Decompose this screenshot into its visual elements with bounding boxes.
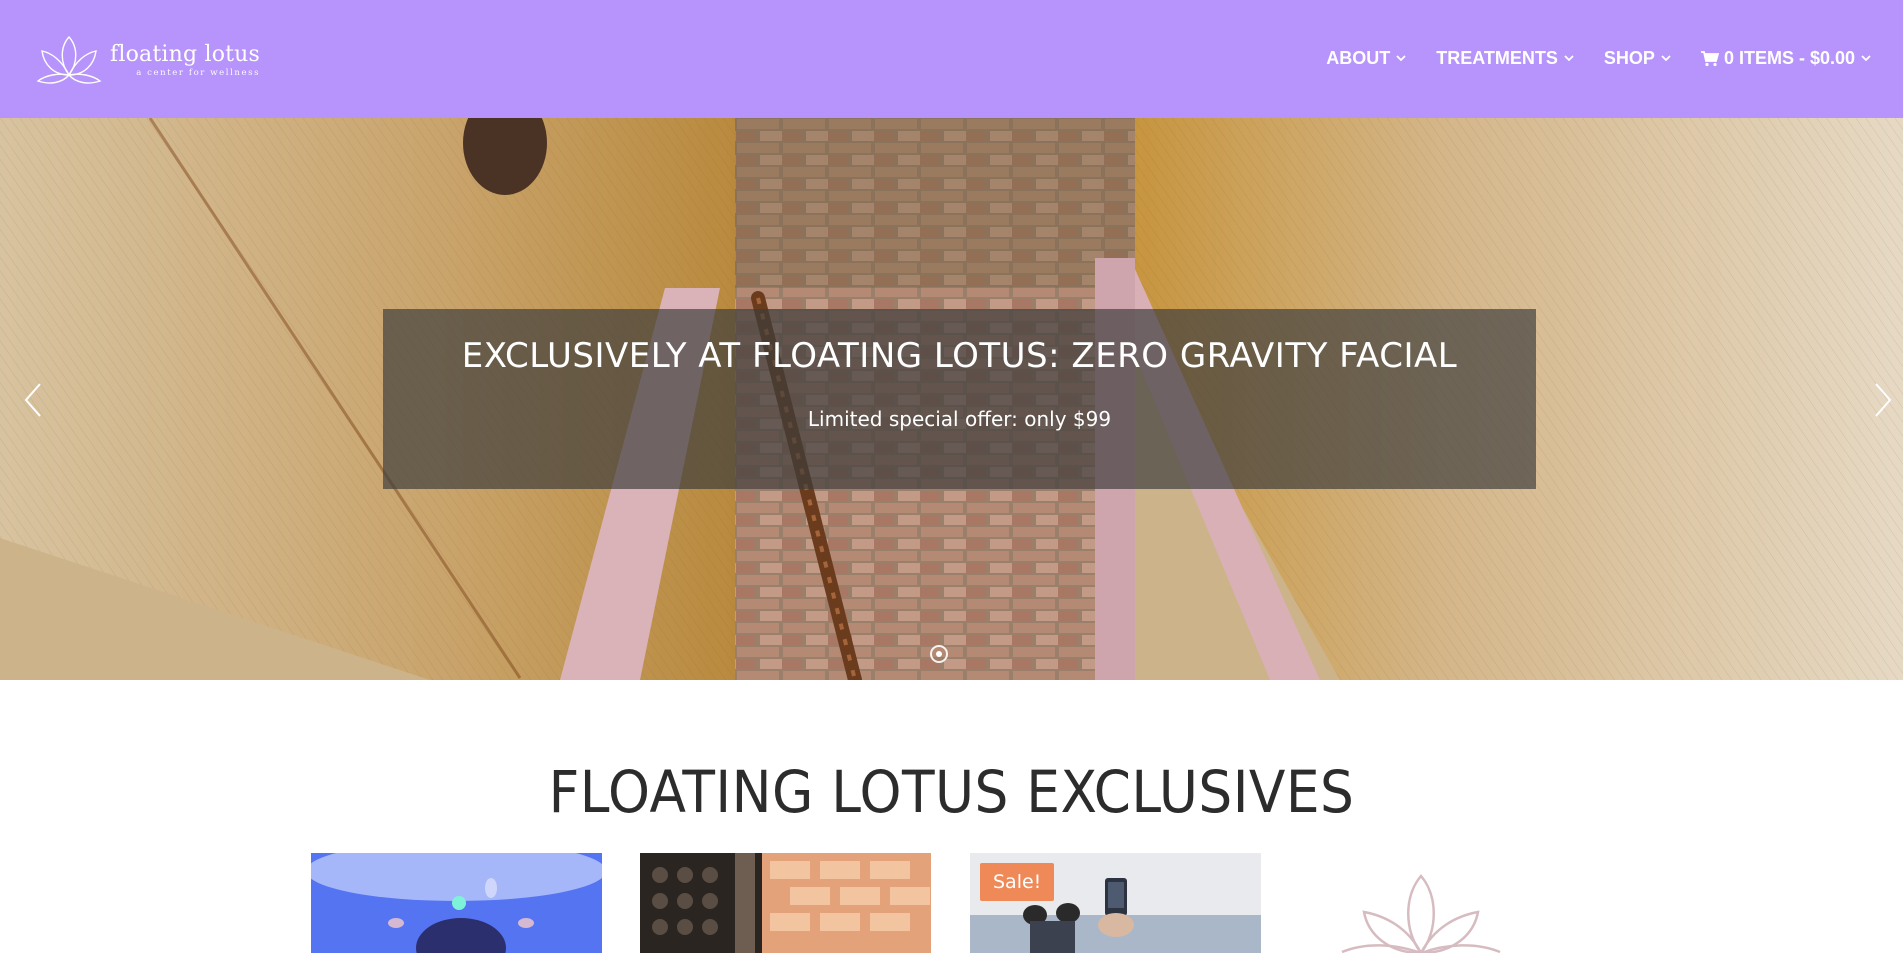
sale-badge: Sale! <box>980 863 1055 901</box>
main-nav: ABOUT TREATMENTS SHOP 0 ITEMS - $0.00 <box>1296 48 1871 69</box>
nav-cart[interactable]: 0 ITEMS - $0.00 <box>1700 48 1871 69</box>
product-card[interactable] <box>640 853 931 953</box>
section-title: FLOATING LOTUS EXCLUSIVES <box>548 758 1355 826</box>
nav-item-label: ABOUT <box>1326 48 1391 68</box>
lotus-logo-icon <box>36 35 102 84</box>
chevron-down-icon <box>1564 55 1574 62</box>
product-card[interactable]: Sale! <box>970 853 1261 953</box>
nav-item-treatments[interactable]: TREATMENTS <box>1436 48 1574 69</box>
nav-item-shop[interactable]: SHOP <box>1604 48 1671 69</box>
hero-slider: EXCLUSIVELY AT FLOATING LOTUS: ZERO GRAV… <box>0 118 1903 680</box>
chevron-down-icon <box>1396 55 1406 62</box>
product-image <box>311 853 602 953</box>
product-card[interactable] <box>311 853 602 953</box>
chevron-down-icon <box>1661 55 1671 62</box>
hero-subtitle: Limited special offer: only $99 <box>807 407 1112 431</box>
site-logo[interactable]: floating lotus a center for wellness <box>36 33 260 87</box>
cart-label: 0 ITEMS - $0.00 <box>1723 48 1855 68</box>
logo-name: floating lotus <box>110 41 261 67</box>
cart-icon <box>1700 50 1719 66</box>
slider-dot[interactable] <box>930 645 948 663</box>
nav-item-label: SHOP <box>1603 48 1655 68</box>
lotus-logo-icon <box>1341 874 1501 953</box>
nav-item-about[interactable]: ABOUT <box>1326 48 1406 69</box>
product-image <box>640 853 931 953</box>
chevron-right-icon[interactable] <box>1872 380 1894 420</box>
logo-tagline: a center for wellness <box>136 67 261 78</box>
nav-item-label: TREATMENTS <box>1436 48 1558 68</box>
chevron-left-icon[interactable] <box>22 380 44 420</box>
chevron-down-icon <box>1861 55 1871 62</box>
hero-title: EXCLUSIVELY AT FLOATING LOTUS: ZERO GRAV… <box>461 336 1458 376</box>
hero-caption: EXCLUSIVELY AT FLOATING LOTUS: ZERO GRAV… <box>383 309 1536 489</box>
site-header: floating lotus a center for wellness ABO… <box>0 0 1903 118</box>
